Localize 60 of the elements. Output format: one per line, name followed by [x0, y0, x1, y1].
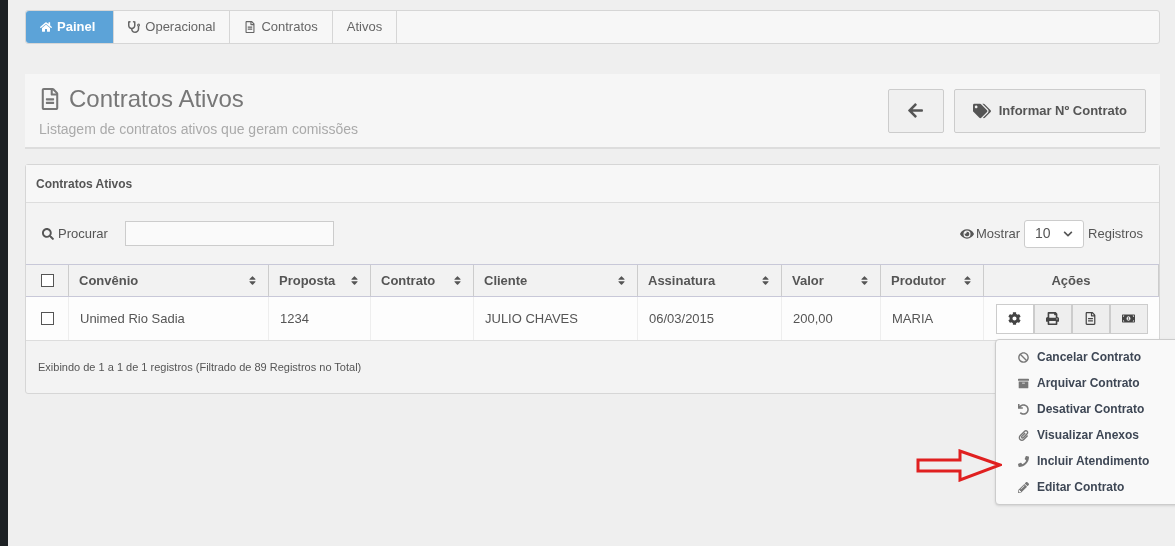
page-size-select[interactable]: 10 — [1024, 219, 1085, 248]
tags-icon — [972, 101, 991, 120]
column-header[interactable]: Valor — [782, 265, 881, 296]
table-cell-text: Unimed Rio Sadia — [80, 309, 185, 328]
column-header[interactable]: Cliente — [474, 265, 638, 296]
money-icon — [1122, 312, 1135, 325]
menu-item[interactable]: Arquivar Contrato — [996, 370, 1175, 396]
action-button[interactable] — [1109, 303, 1148, 334]
show-label: Mostrar — [976, 224, 1021, 243]
action-button[interactable] — [995, 303, 1034, 334]
back-button[interactable] — [887, 88, 944, 133]
eye-icon — [960, 226, 974, 241]
arrow-left-icon — [907, 102, 925, 119]
table-info: Exibindo de 1 a 1 de 1 registros (Filtrado de 89 Registros no Total) — [38, 359, 362, 375]
menu-item[interactable]: Visualizar Anexos — [996, 422, 1175, 448]
ban-icon — [1018, 351, 1029, 363]
checkbox[interactable] — [40, 274, 54, 287]
column-header[interactable]: Assinatura — [638, 265, 782, 296]
pencil-icon — [1018, 481, 1029, 493]
settings-icon — [1008, 312, 1021, 325]
column-header[interactable]: Contrato — [371, 265, 474, 296]
table-cell-text: 200,00 — [793, 309, 833, 328]
archive-icon — [1018, 377, 1029, 389]
table-cell-text: 1234 — [280, 309, 309, 328]
breadcrumb-link[interactable]: Operacional — [114, 11, 231, 43]
document-icon — [244, 21, 257, 33]
column-header[interactable]: Convênio — [69, 265, 269, 296]
search-label: Procurar — [58, 224, 108, 243]
menu-item[interactable]: Desativar Contrato — [996, 396, 1175, 422]
chevron-down-icon — [1063, 228, 1074, 239]
paperclip-icon — [1018, 429, 1029, 441]
action-button[interactable] — [1071, 303, 1110, 334]
document-icon — [39, 88, 61, 110]
document-icon — [1084, 312, 1097, 325]
search-icon — [42, 227, 54, 240]
home-icon — [40, 21, 52, 33]
page-title: Contratos Ativos — [69, 84, 244, 114]
menu-item[interactable]: Cancelar Contrato — [996, 344, 1175, 370]
arrow-icon — [916, 449, 1002, 482]
records-label: Registros — [1088, 224, 1143, 243]
stethoscope-icon — [128, 21, 141, 33]
panel-title: Contratos Ativos — [36, 175, 133, 193]
search-field[interactable] — [124, 221, 334, 246]
table-cell-text: 06/03/2015 — [649, 309, 715, 328]
action-button[interactable] — [1033, 303, 1072, 334]
table-cell-text: MARIA — [892, 309, 934, 328]
column-header[interactable]: Produtor — [881, 265, 984, 296]
phone-icon — [1018, 455, 1029, 467]
table-cell-text: JULIO CHAVES — [485, 309, 578, 328]
breadcrumb-link[interactable]: Ativos — [332, 11, 398, 43]
checkbox[interactable] — [40, 312, 54, 325]
undo-icon — [1018, 403, 1029, 415]
column-header[interactable]: Proposta — [269, 265, 371, 296]
column-header[interactable]: Ações — [984, 265, 1159, 296]
page-subtitle: Listagem de contratos ativos que geram comissões — [39, 120, 359, 139]
menu-item[interactable]: Incluir Atendimento — [996, 448, 1175, 474]
inform-contract-button[interactable]: Informar Nº Contrato — [953, 88, 1146, 133]
menu-item[interactable]: Editar Contrato — [996, 474, 1175, 500]
print-icon — [1046, 312, 1059, 325]
breadcrumb-link[interactable]: Contratos — [230, 11, 333, 43]
